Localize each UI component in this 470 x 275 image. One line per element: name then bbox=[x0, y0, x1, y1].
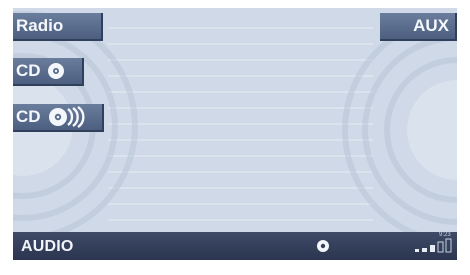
cd-changer-icon bbox=[47, 106, 87, 128]
audio-mode-label: AUDIO bbox=[21, 238, 74, 255]
cd-changer-label: CD bbox=[16, 107, 41, 126]
status-disc-icon bbox=[316, 239, 330, 258]
speaker-background-art bbox=[13, 11, 457, 245]
audio-display bbox=[13, 8, 457, 260]
aux-button[interactable]: AUX bbox=[380, 13, 457, 41]
radio-button[interactable]: Radio bbox=[13, 13, 103, 41]
cd-label: CD bbox=[16, 61, 41, 80]
aux-label: AUX bbox=[413, 16, 449, 35]
head-unit-screen: Radio CD CD AUX AUDIO 9:23 bbox=[0, 0, 470, 275]
signal-strength-icon bbox=[413, 238, 453, 261]
cd-changer-button[interactable]: CD bbox=[13, 104, 104, 132]
cd-button[interactable]: CD bbox=[13, 58, 84, 86]
radio-label: Radio bbox=[16, 16, 64, 35]
status-bar: AUDIO 9:23 bbox=[13, 232, 457, 260]
cd-disc-icon bbox=[47, 62, 65, 80]
